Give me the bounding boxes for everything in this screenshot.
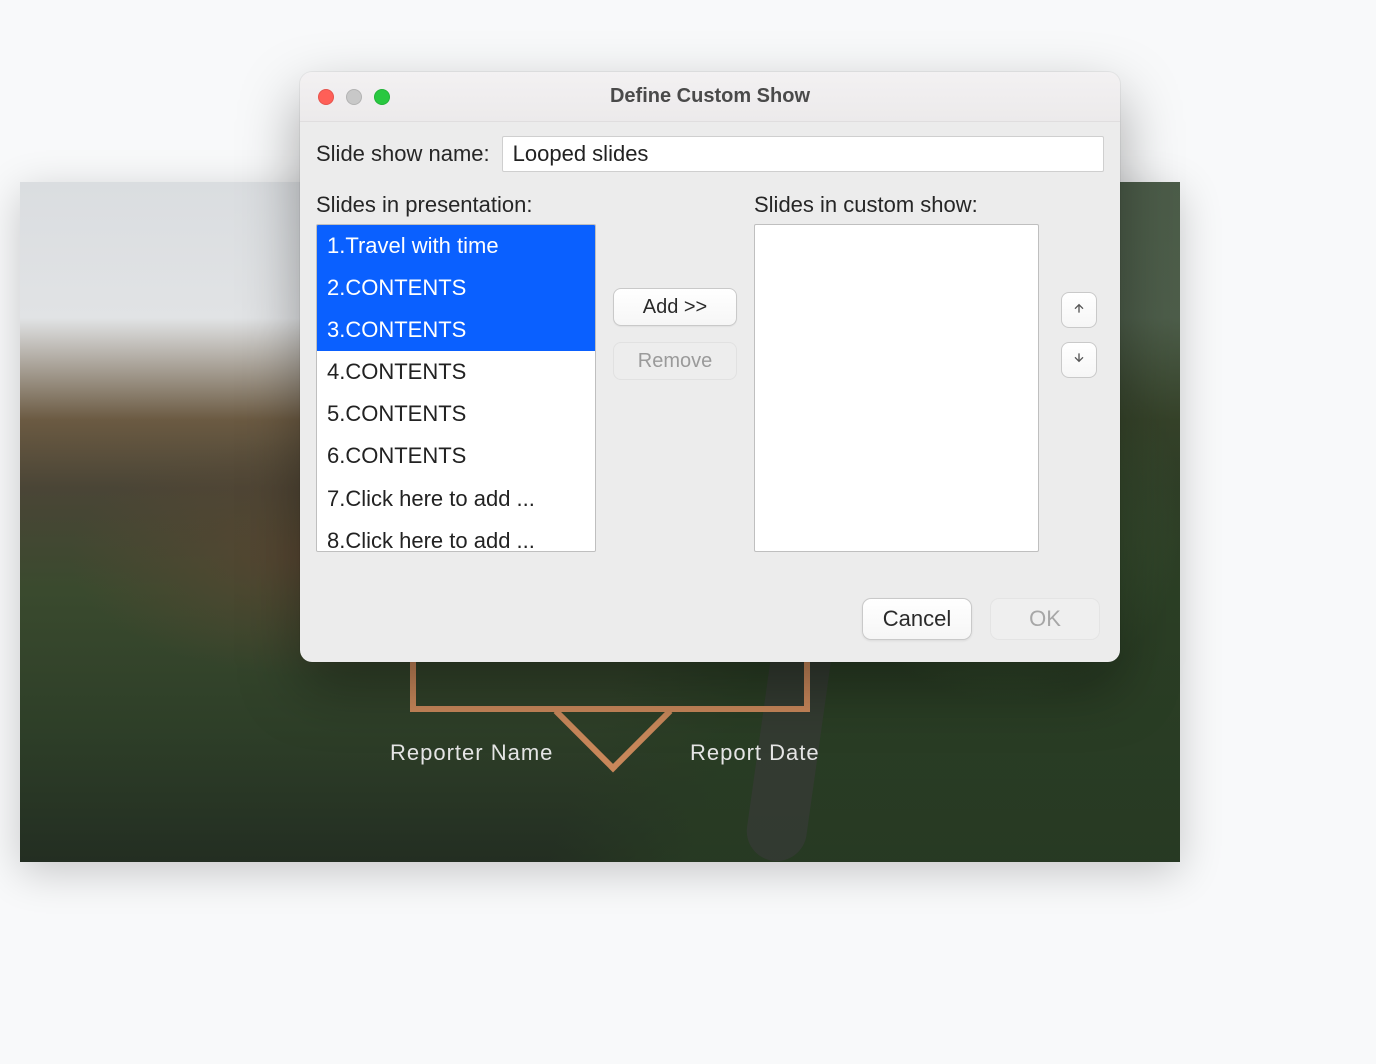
slides-in-custom-show-label: Slides in custom show:: [754, 192, 1044, 218]
close-icon[interactable]: [318, 89, 334, 105]
list-item[interactable]: 4.CONTENTS: [317, 351, 595, 393]
move-down-button[interactable]: [1061, 342, 1097, 378]
ok-button: OK: [990, 598, 1100, 640]
define-custom-show-dialog: Define Custom Show Slide show name: Slid…: [300, 72, 1120, 662]
list-item[interactable]: 8.Click here to add ...: [317, 520, 595, 552]
report-date-placeholder: Report Date: [690, 740, 820, 766]
window-controls: [300, 89, 390, 105]
minimize-icon: [346, 89, 362, 105]
list-item[interactable]: 1.Travel with time: [317, 225, 595, 267]
move-up-button[interactable]: [1061, 292, 1097, 328]
slides-in-custom-show-list[interactable]: [754, 224, 1039, 552]
slide-show-name-label: Slide show name:: [316, 141, 490, 167]
slides-in-presentation-label: Slides in presentation:: [316, 192, 596, 218]
list-item[interactable]: 3.CONTENTS: [317, 309, 595, 351]
slide-show-name-input[interactable]: [502, 136, 1104, 172]
list-item[interactable]: 6.CONTENTS: [317, 435, 595, 477]
slides-in-presentation-list[interactable]: 1.Travel with time2.CONTENTS3.CONTENTS4.…: [316, 224, 596, 552]
list-item[interactable]: 2.CONTENTS: [317, 267, 595, 309]
reporter-name-placeholder: Reporter Name: [390, 740, 553, 766]
list-item[interactable]: 5.CONTENTS: [317, 393, 595, 435]
list-item[interactable]: 7.Click here to add ...: [317, 478, 595, 520]
titlebar: Define Custom Show: [300, 72, 1120, 122]
arrow-up-icon: [1071, 300, 1087, 321]
dialog-title: Define Custom Show: [300, 85, 1120, 108]
remove-button: Remove: [613, 342, 737, 380]
add-button[interactable]: Add >>: [613, 288, 737, 326]
arrow-down-icon: [1071, 350, 1087, 371]
cancel-button[interactable]: Cancel: [862, 598, 972, 640]
zoom-icon[interactable]: [374, 89, 390, 105]
